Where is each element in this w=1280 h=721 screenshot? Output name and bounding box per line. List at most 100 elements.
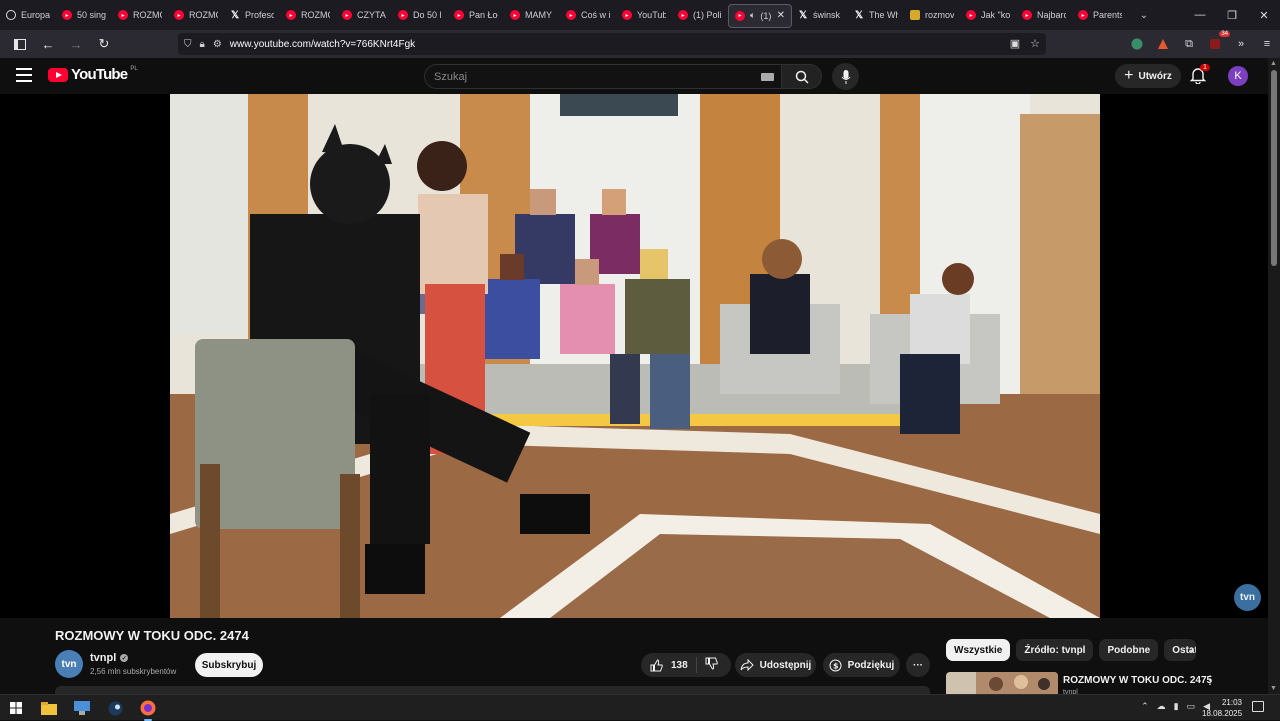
x-icon: 𝕏 — [798, 9, 808, 21]
onedrive-icon[interactable]: ☁︎ — [1157, 701, 1166, 712]
overflow-chevron-icon[interactable]: » — [1232, 35, 1250, 53]
video-player[interactable] — [0, 94, 1268, 618]
close-tab-icon[interactable]: ✕ — [777, 10, 785, 21]
channel-name-text[interactable]: tvnpl — [90, 652, 116, 664]
search-button[interactable] — [781, 64, 822, 89]
browser-tab[interactable]: 𝕏świnsk — [792, 0, 848, 30]
control-panel-icon[interactable] — [73, 699, 91, 717]
youtube-icon: ▸ — [510, 10, 520, 20]
extension-ublock-icon[interactable]: 34 — [1206, 31, 1230, 53]
steam-icon[interactable] — [106, 699, 124, 717]
browser-tab[interactable]: 𝕏 The Wh — [848, 0, 904, 30]
share-button[interactable]: Udostępnij — [735, 653, 816, 677]
forward-icon[interactable]: → — [64, 32, 88, 56]
x-icon: 𝕏 — [230, 9, 240, 21]
keyboard-icon[interactable] — [761, 73, 774, 81]
guide-menu-icon[interactable] — [16, 68, 32, 82]
youtube-logo[interactable]: YouTube PL — [48, 66, 138, 83]
microphone-icon — [841, 69, 850, 84]
browser-tab[interactable]: ▸ MAMY — [504, 0, 560, 30]
youtube-header: YouTube PL Szukaj + Utwórz 1 K — [0, 58, 1268, 94]
notifications-button[interactable]: 1 — [1189, 64, 1210, 86]
browser-tab[interactable]: ▸ Parents — [1072, 0, 1128, 30]
restore-icon[interactable]: ❐ — [1216, 0, 1248, 30]
video-title: ROZMOWY W TOKU ODC. 2474 — [55, 628, 249, 643]
taskbar-clock[interactable]: 21:03 18.08.2025 — [1202, 697, 1242, 719]
notification-center-icon[interactable] — [1252, 701, 1264, 712]
url-text[interactable]: www.youtube.com/watch?v=766KNrt4Fgk — [230, 39, 415, 50]
shield-icon[interactable]: ⛉ — [184, 39, 192, 50]
firefox-icon[interactable] — [139, 699, 157, 721]
browser-tab[interactable]: ▸ Coś w i — [560, 0, 616, 30]
browser-tab[interactable]: ▸ (1) Poli — [672, 0, 728, 30]
browser-tab[interactable]: ▸ YouTub — [616, 0, 672, 30]
clock-time: 21:03 — [1221, 698, 1242, 707]
account-avatar[interactable]: K — [1228, 66, 1248, 86]
chip-source-channel[interactable]: Źródło: tvnpl — [1016, 639, 1094, 661]
app-menu-icon[interactable]: ≡ — [1258, 35, 1276, 53]
browser-tab[interactable]: ▸ ROZMC — [280, 0, 336, 30]
bookmark-star-icon[interactable]: ☆ — [1030, 37, 1040, 50]
recommended-thumbnail[interactable] — [946, 672, 1058, 694]
reload-icon[interactable]: ↻ — [92, 32, 116, 56]
create-button[interactable]: + Utwórz — [1115, 64, 1181, 88]
verified-check-icon: ✓ — [120, 654, 129, 662]
channel-watermark[interactable]: tvn — [1234, 584, 1261, 611]
browser-tab-title: ROZMC — [189, 10, 218, 20]
description-box[interactable] — [55, 686, 930, 694]
recommended-title[interactable]: ROZMOWY W TOKU ODC. 2475 — [1063, 675, 1212, 686]
video-frame[interactable] — [170, 94, 1100, 618]
page-scrollbar[interactable]: ▲ ▼ — [1268, 58, 1280, 694]
file-explorer-icon[interactable] — [40, 699, 58, 717]
microphone-tray-icon[interactable]: ▮ — [1174, 701, 1179, 712]
scroll-down-icon[interactable]: ▼ — [1270, 685, 1277, 692]
sidebar-toggle-icon[interactable] — [8, 32, 32, 56]
subscribe-button[interactable]: Subskrybuj — [195, 653, 263, 677]
browser-tab[interactable]: ▸ Pan Łoł — [448, 0, 504, 30]
tray-chevron-icon[interactable]: ⌃ — [1141, 701, 1149, 712]
browser-tab[interactable]: ▸ ROZMC — [168, 0, 224, 30]
browser-tab[interactable]: Europa — [0, 0, 56, 30]
extension-fox-icon[interactable] — [1154, 35, 1172, 53]
wp-icon — [910, 10, 920, 20]
browser-tab[interactable]: ▸ Do 50 l — [392, 0, 448, 30]
chip-related[interactable]: Podobne — [1099, 639, 1159, 661]
browser-tab[interactable]: ▸ Jak "ko — [960, 0, 1016, 30]
like-dislike-group: 138 — [641, 653, 731, 677]
browser-tab[interactable]: 𝕏 Profeso — [224, 0, 280, 30]
browser-tab[interactable]: ▸ 50 sing — [56, 0, 112, 30]
picture-in-picture-icon[interactable]: ▣ — [1010, 37, 1020, 50]
like-button[interactable]: 138 — [641, 657, 697, 673]
chip-all[interactable]: Wszystkie — [946, 639, 1011, 661]
channel-avatar[interactable]: tvn — [55, 650, 83, 678]
lock-icon[interactable]: 🔒︎ — [200, 39, 205, 50]
browser-tab[interactable]: ▸ Najbarc — [1016, 0, 1072, 30]
recommended-menu-icon[interactable]: ⋮ — [1204, 673, 1216, 687]
browser-tab[interactable]: ▸ ROZMC — [112, 0, 168, 30]
browser-tab[interactable]: ▸ 🔈︎ (1) I ✕ — [728, 3, 792, 28]
scrollbar-thumb[interactable] — [1271, 70, 1277, 266]
thanks-button[interactable]: $ Podziękuj — [823, 653, 900, 677]
list-all-tabs-button[interactable]: ⌄ — [1134, 10, 1154, 21]
speaker-icon[interactable]: 🔈︎ — [750, 10, 755, 21]
browser-tab[interactable]: rozmov — [904, 0, 960, 30]
extension-shield-icon[interactable] — [1128, 35, 1146, 53]
plus-icon: + — [1124, 67, 1134, 84]
subscriber-count: 2,56 mln subskrybentów — [90, 667, 177, 676]
search-input[interactable]: Szukaj — [424, 64, 782, 89]
voice-search-button[interactable] — [832, 63, 859, 90]
url-bar[interactable]: ⛉ 🔒︎ ⚙︎ www.youtube.com/watch?v=766KNrt4… — [178, 33, 1046, 55]
channel-name[interactable]: tvnpl ✓ — [90, 652, 129, 664]
extensions-puzzle-icon[interactable]: ⧉ — [1180, 35, 1198, 53]
chips-next-icon[interactable]: › — [1190, 642, 1194, 656]
back-icon[interactable]: ← — [36, 32, 60, 56]
network-icon[interactable]: ▭ — [1187, 701, 1196, 712]
dislike-button[interactable] — [697, 657, 718, 673]
browser-tab[interactable]: ▸ CZYTAJ — [336, 0, 392, 30]
minimize-icon[interactable]: — — [1184, 0, 1216, 30]
more-actions-button[interactable]: ··· — [906, 653, 930, 677]
scroll-up-icon[interactable]: ▲ — [1270, 60, 1277, 67]
close-window-icon[interactable]: ✕ — [1248, 0, 1280, 30]
permissions-icon[interactable]: ⚙︎ — [213, 39, 222, 50]
windows-start-icon[interactable] — [7, 699, 25, 717]
